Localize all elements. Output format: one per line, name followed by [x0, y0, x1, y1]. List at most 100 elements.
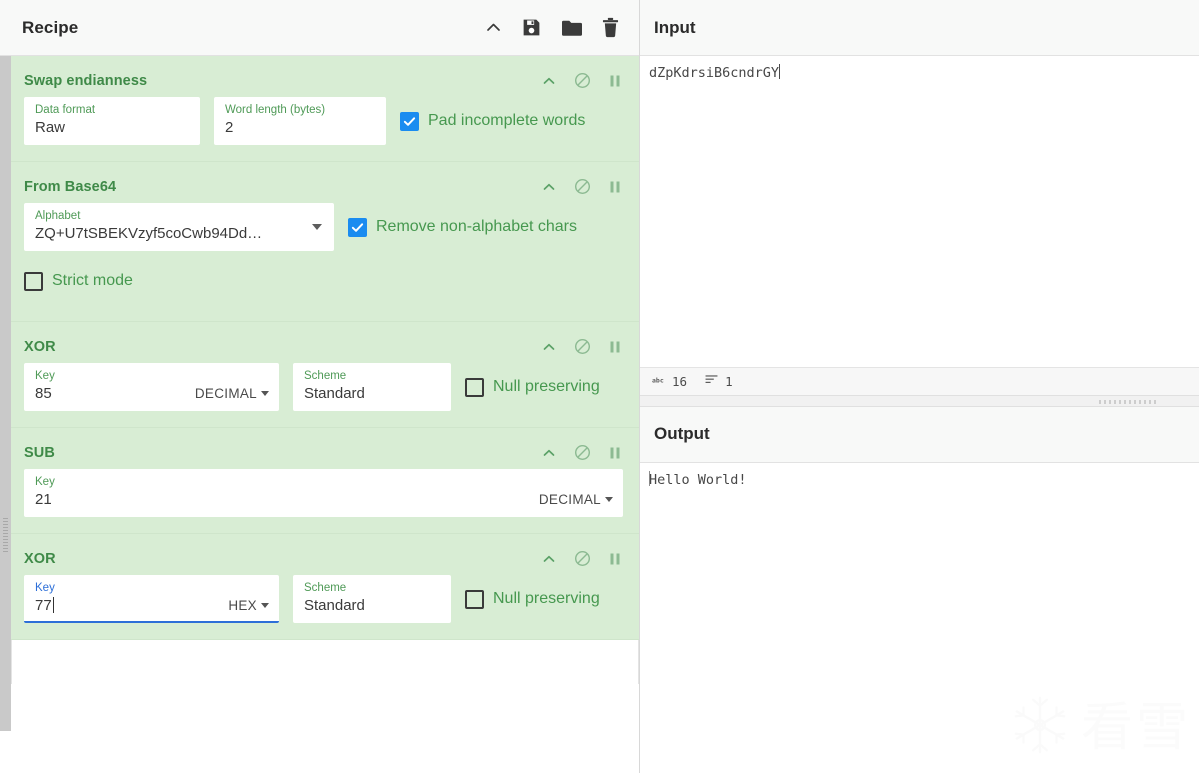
disable-icon[interactable]	[574, 72, 591, 89]
checkbox-label: Null preserving	[493, 590, 600, 607]
field-value: 77	[35, 597, 52, 614]
operation-icons	[542, 178, 621, 195]
field-value-wrap: 77	[35, 595, 54, 616]
recipe-title-actions	[485, 17, 619, 38]
trash-icon[interactable]	[602, 17, 619, 38]
pause-icon[interactable]	[609, 74, 621, 88]
disable-icon[interactable]	[574, 444, 591, 461]
xor-null-preserving-checkbox[interactable]: Null preserving	[465, 363, 600, 411]
chevron-down-icon[interactable]	[312, 224, 322, 230]
operation-icons	[542, 550, 621, 567]
recipe-scrollbar-grip[interactable]	[3, 518, 8, 552]
xor-hex-key-field[interactable]: Key 77 HEX	[24, 575, 279, 623]
field-value: ZQ+U7tSBEKVzyf5coCwb94Dd…	[35, 225, 263, 242]
field-value-row: 77 HEX	[35, 595, 269, 616]
input-text: dZpKdrsiB6cndrGY	[649, 65, 780, 81]
operation-title: Swap endianness	[24, 72, 148, 89]
input-length-value: 16	[672, 373, 688, 389]
output-textarea[interactable]: Hello World!	[640, 462, 1199, 773]
xor-key-field[interactable]: Key 85 DECIMAL	[24, 363, 279, 411]
xor-hex-scheme-field[interactable]: Scheme Standard	[293, 575, 451, 623]
chevron-down-icon	[261, 603, 269, 608]
chevron-down-icon	[605, 497, 613, 502]
alphabet-select[interactable]: Alphabet ZQ+U7tSBEKVzyf5coCwb94Dd…	[24, 203, 334, 251]
xor-scheme-field[interactable]: Scheme Standard	[293, 363, 451, 411]
pad-incomplete-words-checkbox[interactable]: Pad incomplete words	[400, 97, 585, 145]
field-value-row: 85 DECIMAL	[35, 383, 269, 404]
input-length-group: abc 16	[652, 374, 687, 389]
checkbox-unchecked-icon	[465, 377, 484, 397]
disable-icon[interactable]	[574, 338, 591, 355]
recipe-title-bar: Recipe	[0, 0, 639, 56]
sub-key-format-dropdown[interactable]: DECIMAL	[539, 492, 613, 507]
chevron-up-icon[interactable]	[542, 446, 556, 460]
pause-icon[interactable]	[609, 340, 621, 354]
data-format-field[interactable]: Data format Raw	[24, 97, 200, 145]
operation-header: Swap endianness	[11, 56, 639, 97]
input-caret	[779, 64, 781, 79]
checkbox-checked-icon	[348, 217, 367, 237]
field-label: Scheme	[304, 582, 347, 594]
operation-swap-endianness[interactable]: Swap endianness Data format Raw Word len…	[11, 56, 639, 162]
save-icon[interactable]	[521, 17, 542, 38]
input-status-bar: abc 16 1	[640, 366, 1199, 395]
input-textarea[interactable]: dZpKdrsiB6cndrGY	[640, 56, 1199, 367]
pause-icon[interactable]	[609, 446, 621, 460]
recipe-drop-area[interactable]	[11, 640, 639, 684]
checkbox-checked-icon	[400, 111, 419, 131]
xor-key-format-dropdown[interactable]: DECIMAL	[195, 386, 269, 401]
checkbox-label: Null preserving	[493, 378, 600, 395]
folder-icon[interactable]	[561, 18, 583, 38]
chevron-up-icon[interactable]	[542, 74, 556, 88]
strict-mode-checkbox[interactable]: Strict mode	[24, 257, 625, 305]
sub-key-format-label: DECIMAL	[538, 492, 601, 507]
field-value: Raw	[35, 119, 66, 136]
checkbox-label: Strict mode	[52, 272, 133, 289]
operation-header: XOR	[11, 534, 639, 575]
xor-hex-key-format-dropdown[interactable]: HEX	[228, 598, 269, 613]
checkbox-label: Remove non-alphabet chars	[376, 218, 578, 235]
field-label: Key	[35, 476, 55, 488]
recipe-scrollbar[interactable]	[0, 56, 11, 773]
operation-body: Data format Raw Word length (bytes) 2 Pa…	[11, 97, 639, 145]
sub-key-field[interactable]: Key 21 DECIMAL	[24, 469, 623, 517]
operation-header: From Base64	[11, 162, 639, 203]
collapse-icon[interactable]	[485, 19, 502, 36]
operation-body: Key 21 DECIMAL	[11, 469, 639, 517]
io-splitter-grip[interactable]	[1099, 399, 1159, 404]
field-value: Standard	[304, 597, 365, 614]
field-value: 21	[35, 491, 52, 508]
operation-icons	[542, 72, 621, 89]
xor-hex-key-format-label: HEX	[228, 598, 257, 613]
chevron-up-icon[interactable]	[542, 552, 556, 566]
remove-non-alphabet-chars-checkbox[interactable]: Remove non-alphabet chars	[348, 203, 577, 251]
disable-icon[interactable]	[574, 178, 591, 195]
recipe-panel: Recipe Swap endianness Data format Raw W…	[0, 0, 640, 773]
disable-icon[interactable]	[574, 550, 591, 567]
pause-icon[interactable]	[609, 180, 621, 194]
operation-header: SUB	[11, 428, 639, 469]
operation-title: XOR	[24, 338, 56, 355]
operation-header: XOR	[11, 322, 639, 363]
chevron-up-icon[interactable]	[542, 340, 556, 354]
field-value: 85	[35, 385, 52, 402]
output-title: Output	[654, 424, 710, 443]
field-label: Alphabet	[35, 210, 81, 222]
field-label: Scheme	[304, 370, 347, 382]
operation-from-base64[interactable]: From Base64 Alphabet ZQ+U7tSBEKVzyf5coCw…	[11, 162, 639, 322]
operation-sub[interactable]: SUB Key 21 DECIMAL	[11, 428, 639, 534]
recipe-scrollbar-thumb[interactable]	[0, 56, 11, 731]
checkbox-unchecked-icon	[465, 589, 484, 609]
xor-key-format-label: DECIMAL	[194, 386, 257, 401]
operation-xor-decimal[interactable]: XOR Key 85 DECIMAL Scheme Standard Null …	[11, 322, 639, 428]
pause-icon[interactable]	[609, 552, 621, 566]
input-lines-value: 1	[725, 373, 733, 389]
cyberchef-app: Recipe Swap endianness Data format Raw W…	[0, 0, 1200, 773]
field-label: Data format	[35, 104, 96, 116]
operation-xor-hex[interactable]: XOR Key 77 HEX Scheme Standard Null pres…	[11, 534, 639, 640]
chevron-up-icon[interactable]	[542, 180, 556, 194]
operation-body: Alphabet ZQ+U7tSBEKVzyf5coCwb94Dd… Remov…	[11, 203, 639, 251]
word-length-field[interactable]: Word length (bytes) 2	[214, 97, 386, 145]
io-splitter[interactable]	[640, 394, 1199, 407]
xor-hex-null-preserving-checkbox[interactable]: Null preserving	[465, 575, 600, 623]
